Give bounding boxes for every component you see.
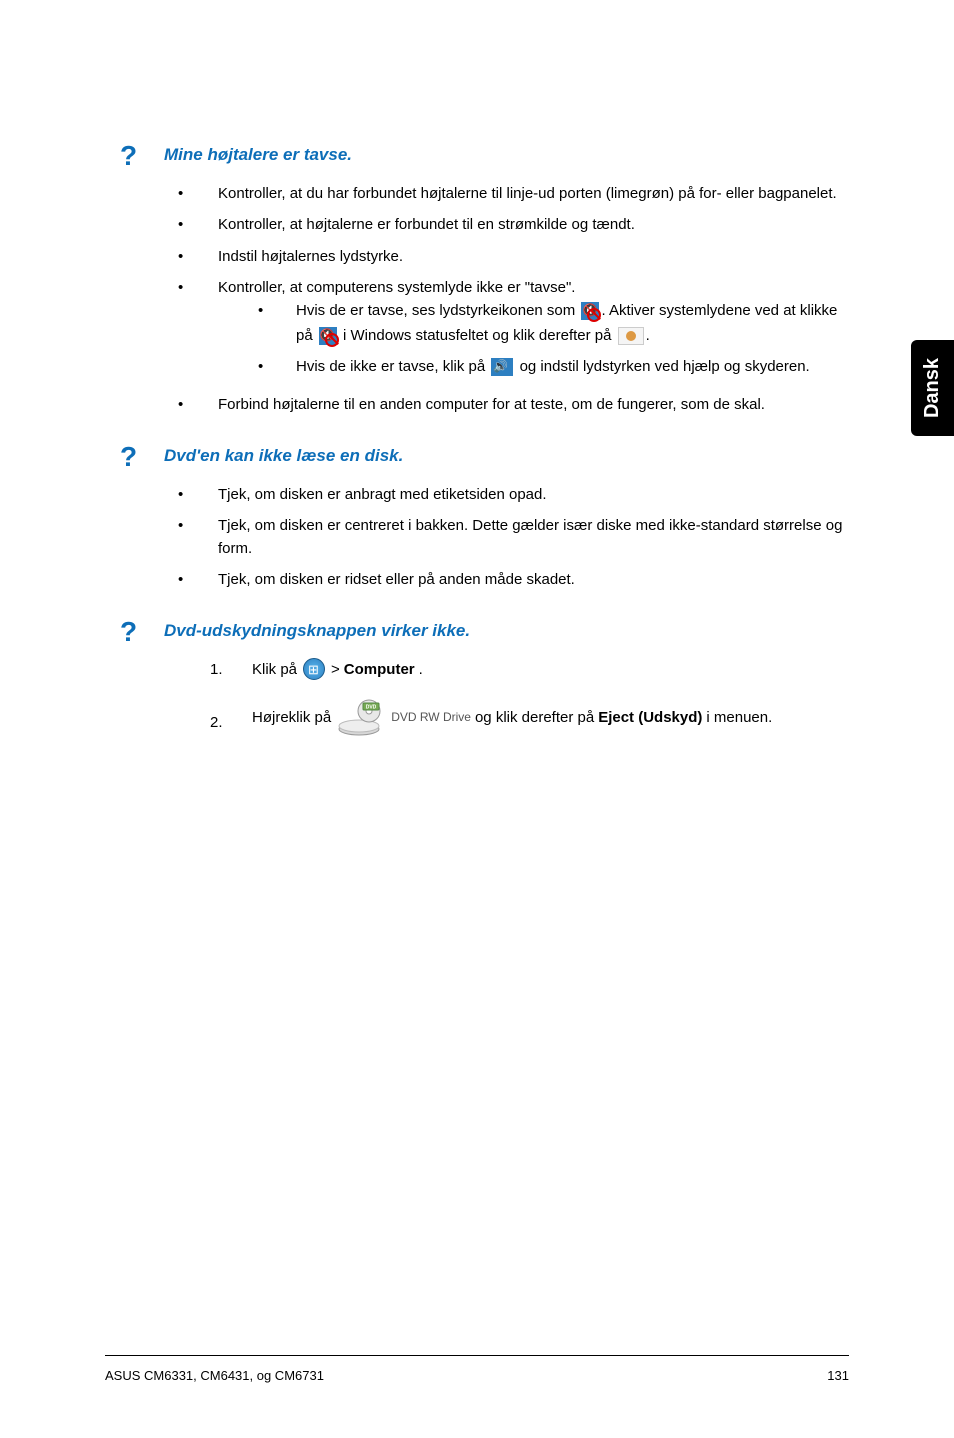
- page-footer: ASUS CM6331, CM6431, og CM6731 131: [105, 1355, 849, 1383]
- question-mark-icon: ?: [120, 140, 140, 172]
- bullet-mark: •: [178, 245, 188, 268]
- numbered-item: 1. Klik på > Computer.: [210, 658, 849, 681]
- bullet-item: • Kontroller, at du har forbundet højtal…: [178, 182, 849, 205]
- windows-start-icon: [303, 658, 325, 680]
- bullet-mark: •: [178, 568, 188, 591]
- bullet-text: Tjek, om disken er ridset eller på anden…: [218, 568, 849, 591]
- bullet-mark: •: [178, 514, 188, 561]
- bullet-item: • Tjek, om disken er anbragt med etikets…: [178, 483, 849, 506]
- numbered-item: 2. Højreklik på DVDDVD RW Drive og klik …: [210, 699, 849, 737]
- bullet-mark: •: [258, 355, 268, 380]
- speaker-muted-icon: [581, 302, 599, 320]
- volume-mixer-icon: [618, 327, 644, 345]
- bullet-mark: •: [178, 393, 188, 416]
- dvd-drive-icon: DVD: [337, 699, 385, 737]
- qa-dvd-read: ? Dvd'en kan ikke læse en disk. • Tjek, …: [120, 441, 849, 592]
- bullet-item: • Tjek, om disken er ridset eller på and…: [178, 568, 849, 591]
- numbered-text: Højreklik på DVDDVD RW Drive og klik der…: [252, 699, 849, 737]
- sub-bullet-text: Hvis de ikke er tavse, klik på og indsti…: [296, 355, 810, 380]
- bullet-text: Tjek, om disken er anbragt med etiketsid…: [218, 483, 849, 506]
- speaker-muted-icon: [319, 327, 337, 345]
- question-title: Dvd-udskydningsknappen virker ikke.: [164, 621, 470, 641]
- bullet-text: Indstil højtalernes lydstyrke.: [218, 245, 849, 268]
- question-title: Mine højtalere er tavse.: [164, 145, 352, 165]
- footer-left: ASUS CM6331, CM6431, og CM6731: [105, 1368, 324, 1383]
- svg-text:DVD: DVD: [366, 704, 377, 710]
- bullet-mark: •: [178, 182, 188, 205]
- qa-dvd-eject: ? Dvd-udskydningsknappen virker ikke. 1.…: [120, 616, 849, 737]
- bullet-mark: •: [178, 276, 188, 386]
- question-title: Dvd'en kan ikke læse en disk.: [164, 446, 403, 466]
- bullet-item: • Kontroller, at højtalerne er forbundet…: [178, 213, 849, 236]
- language-tab: Dansk: [911, 340, 954, 436]
- bullet-mark: •: [258, 299, 268, 349]
- bullet-text: Forbind højtalerne til en anden computer…: [218, 393, 849, 416]
- bullet-mark: •: [178, 483, 188, 506]
- number-mark: 1.: [210, 658, 226, 681]
- bullet-mark: •: [178, 213, 188, 236]
- sub-bullet-text: Hvis de er tavse, ses lydstyrkeikonen so…: [296, 299, 849, 349]
- numbered-text: Klik på > Computer.: [252, 658, 849, 681]
- speaker-icon: [491, 358, 513, 376]
- sub-bullet-item: • Hvis de er tavse, ses lydstyrkeikonen …: [258, 299, 849, 349]
- footer-page-number: 131: [827, 1368, 849, 1383]
- bullet-text: Kontroller, at højtalerne er forbundet t…: [218, 213, 849, 236]
- bullet-item: • Kontroller, at computerens systemlyde …: [178, 276, 849, 386]
- bullet-item: • Tjek, om disken er centreret i bakken.…: [178, 514, 849, 561]
- question-mark-icon: ?: [120, 616, 140, 648]
- bullet-item: • Forbind højtalerne til en anden comput…: [178, 393, 849, 416]
- dvd-drive-label: DVD RW Drive: [391, 708, 471, 727]
- page-content: ? Mine højtalere er tavse. • Kontroller,…: [0, 0, 954, 737]
- sub-bullet-item: • Hvis de ikke er tavse, klik på og inds…: [258, 355, 849, 380]
- bullet-text: Tjek, om disken er centreret i bakken. D…: [218, 514, 849, 561]
- bullet-item: • Indstil højtalernes lydstyrke.: [178, 245, 849, 268]
- bullet-text: Kontroller, at du har forbundet højtaler…: [218, 182, 849, 205]
- number-mark: 2.: [210, 711, 226, 734]
- question-mark-icon: ?: [120, 441, 140, 473]
- qa-speakers-silent: ? Mine højtalere er tavse. • Kontroller,…: [120, 140, 849, 417]
- bullet-text: Kontroller, at computerens systemlyde ik…: [218, 279, 575, 296]
